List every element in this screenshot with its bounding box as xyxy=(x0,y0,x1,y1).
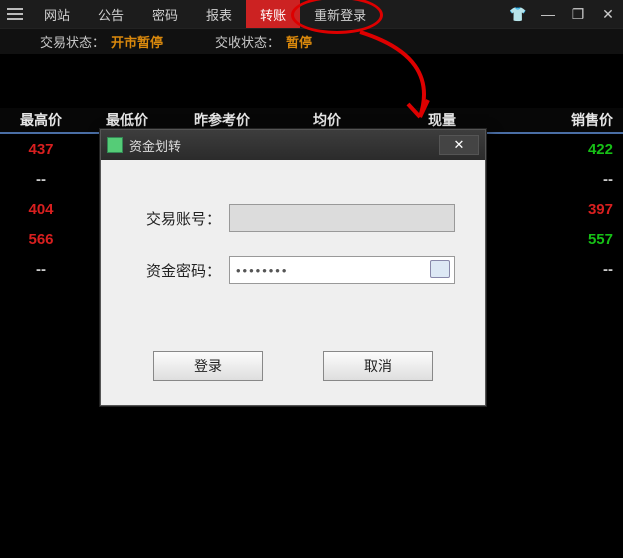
cancel-button[interactable]: 取消 xyxy=(323,351,433,381)
minimize-icon[interactable]: — xyxy=(533,0,563,28)
cell-high: 437 xyxy=(0,141,82,158)
col-prev-ref: 昨参考价 xyxy=(172,110,272,130)
menu-item-5[interactable]: 重新登录 xyxy=(300,0,380,28)
login-button[interactable]: 登录 xyxy=(153,351,263,381)
cell-high: 404 xyxy=(0,201,82,218)
cell-high: -- xyxy=(0,171,82,188)
fund-transfer-dialog: 资金划转 ✕ 交易账号： 资金密码： •••••••• 登录 取消 xyxy=(100,129,486,406)
trade-status-label: 交易状态： xyxy=(40,32,105,51)
menu-item-0[interactable]: 网站 xyxy=(30,0,84,28)
col-low: 最低价 xyxy=(82,110,172,130)
col-high: 最高价 xyxy=(0,110,82,130)
menu-item-1[interactable]: 公告 xyxy=(84,0,138,28)
cell-high: 566 xyxy=(0,231,82,248)
dialog-app-icon xyxy=(107,137,123,153)
password-input[interactable]: •••••••• xyxy=(229,256,455,284)
close-window-icon[interactable]: ✕ xyxy=(593,0,623,28)
col-volume: 现量 xyxy=(382,110,502,130)
cell-sell: 557 xyxy=(502,231,623,248)
menu-item-2[interactable]: 密码 xyxy=(138,0,192,28)
shirt-icon[interactable]: 👕 xyxy=(503,0,533,28)
menu-bar: 网站公告密码报表转账重新登录 👕 — ❐ ✕ xyxy=(0,0,623,28)
password-label: 资金密码： xyxy=(131,260,221,281)
cell-sell: -- xyxy=(502,261,623,278)
hamburger-icon[interactable] xyxy=(0,0,30,28)
cell-high: -- xyxy=(0,261,82,278)
dialog-titlebar[interactable]: 资金划转 ✕ xyxy=(101,130,485,160)
restore-icon[interactable]: ❐ xyxy=(563,0,593,28)
col-avg: 均价 xyxy=(272,110,382,130)
status-bar: 交易状态： 开市暂停 交收状态： 暂停 xyxy=(0,28,623,54)
dialog-close-button[interactable]: ✕ xyxy=(439,135,479,155)
cell-sell: 397 xyxy=(502,201,623,218)
dialog-title: 资金划转 xyxy=(129,136,181,155)
deliver-status-label: 交收状态： xyxy=(215,32,280,51)
deliver-status-value: 暂停 xyxy=(286,32,312,51)
cell-sell: 422 xyxy=(502,141,623,158)
account-label: 交易账号： xyxy=(131,208,221,229)
soft-keyboard-icon[interactable] xyxy=(430,260,450,278)
menu-item-3[interactable]: 报表 xyxy=(192,0,246,28)
account-input[interactable] xyxy=(229,204,455,232)
col-sell: 销售价 xyxy=(502,110,623,130)
menu-item-4[interactable]: 转账 xyxy=(246,0,300,28)
cell-sell: -- xyxy=(502,171,623,188)
trade-status-value: 开市暂停 xyxy=(111,32,163,51)
